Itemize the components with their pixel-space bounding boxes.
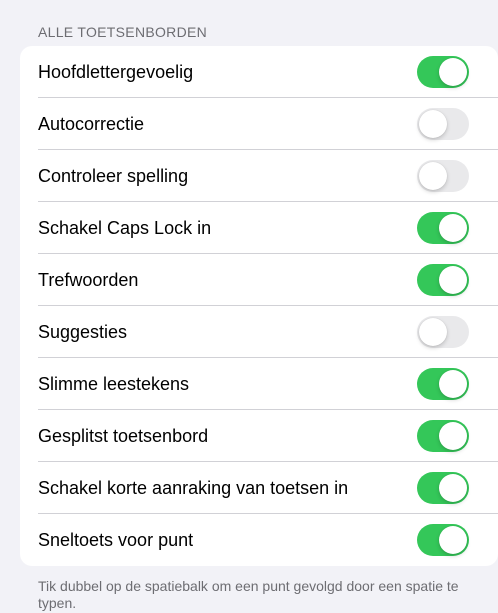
setting-label: Gesplitst toetsenbord [38,425,209,446]
hoofdlettergevoelig-toggle[interactable] [417,56,469,88]
caps-lock-toggle[interactable] [417,212,469,244]
toggle-knob [439,370,467,398]
settings-group: Hoofdlettergevoelig Autocorrectie Contro… [20,46,498,566]
toggle-knob [419,110,447,138]
setting-label: Controleer spelling [38,165,189,186]
toggle-knob [419,318,447,346]
setting-row-korte-aanraking: Schakel korte aanraking van toetsen in [20,462,498,514]
gesplitst-toetsenbord-toggle[interactable] [417,420,469,452]
autocorrectie-toggle[interactable] [417,108,469,140]
setting-row-caps-lock: Schakel Caps Lock in [20,202,498,254]
sneltoets-punt-toggle[interactable] [417,524,469,556]
section-footer-note: Tik dubbel op de spatiebalk om een punt … [38,578,459,611]
setting-label: Autocorrectie [38,113,145,134]
setting-label: Schakel Caps Lock in [38,217,212,238]
setting-row-gesplitst-toetsenbord: Gesplitst toetsenbord [20,410,498,462]
toggle-knob [419,162,447,190]
setting-row-trefwoorden: Trefwoorden [20,254,498,306]
toggle-knob [439,422,467,450]
slimme-leestekens-toggle[interactable] [417,368,469,400]
korte-aanraking-toggle[interactable] [417,472,469,504]
setting-row-hoofdlettergevoelig: Hoofdlettergevoelig [20,46,498,98]
setting-row-sneltoets-punt: Sneltoets voor punt [20,514,498,566]
setting-label: Trefwoorden [38,269,139,290]
setting-label: Suggesties [38,321,128,342]
suggesties-toggle[interactable] [417,316,469,348]
setting-label: Hoofdlettergevoelig [38,61,194,82]
setting-label: Schakel korte aanraking van toetsen in [38,477,349,498]
toggle-knob [439,266,467,294]
toggle-knob [439,526,467,554]
setting-label: Slimme leestekens [38,373,190,394]
setting-row-slimme-leestekens: Slimme leestekens [20,358,498,410]
toggle-knob [439,58,467,86]
setting-label: Sneltoets voor punt [38,529,194,550]
controleer-spelling-toggle[interactable] [417,160,469,192]
trefwoorden-toggle[interactable] [417,264,469,296]
setting-row-autocorrectie: Autocorrectie [20,98,498,150]
toggle-knob [439,214,467,242]
setting-row-suggesties: Suggesties [20,306,498,358]
toggle-knob [439,474,467,502]
setting-row-controleer-spelling: Controleer spelling [20,150,498,202]
section-header: ALLE TOETSENBORDEN [38,24,208,40]
